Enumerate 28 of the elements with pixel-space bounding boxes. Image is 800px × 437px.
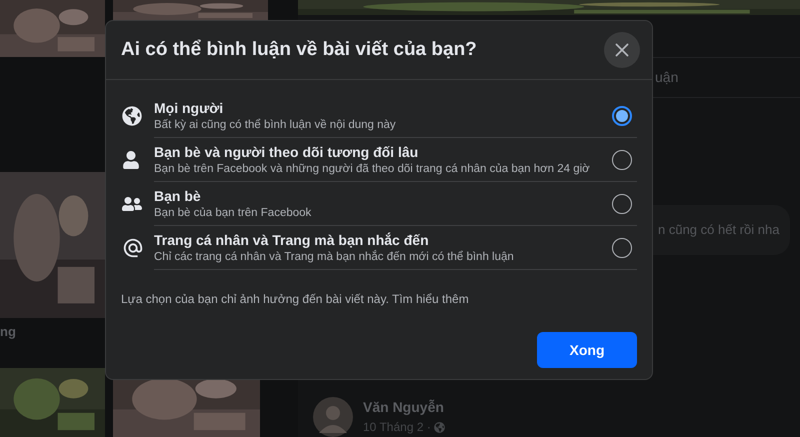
done-button[interactable]: Xong <box>537 332 637 368</box>
option-label: Mọi người <box>154 98 224 116</box>
radio-button[interactable] <box>612 150 632 170</box>
audience-option[interactable]: Bạn bè và người theo dõi tương đối lâu Bạn bè trên Facebook và những người đã theo dõi trang cá nhân của bạn hơn 24 giờ <box>121 138 637 182</box>
option-label: Bạn bè và người theo dõi tương đối lâu <box>154 142 420 160</box>
audience-option[interactable]: Bạn bè Bạn bè của bạn trên Facebook <box>121 182 637 226</box>
at-sign-icon <box>122 237 144 259</box>
comment-text: n cũng có hết rồi nha <box>658 221 780 240</box>
audience-option[interactable]: Mọi người Bất kỳ ai cũng có thể bình luận về nội dung này <box>121 94 637 138</box>
avatar <box>313 397 353 437</box>
option-description: Bất kỳ ai cũng có thể bình luận về nội dung này <box>154 118 397 132</box>
globe-icon <box>434 422 445 432</box>
option-label: Bạn bè <box>154 186 202 204</box>
radio-button[interactable] <box>612 194 632 214</box>
radio-button[interactable] <box>612 238 632 258</box>
globe-icon <box>122 106 142 126</box>
person-icon <box>122 151 140 169</box>
note-text: Lựa chọn của bạn chỉ ảnh hưởng đến bài viết này. Tìm hiểu thêm <box>120 291 470 308</box>
close-button[interactable] <box>604 32 640 68</box>
people-icon <box>122 194 142 214</box>
radio-button[interactable] <box>612 106 632 126</box>
option-description: Chỉ các trang cá nhân và Trang mà bạn nhắc đến mới có thể bình luận <box>154 249 515 264</box>
audience-option[interactable]: Trang cá nhân và Trang mà bạn nhắc đến Chỉ các trang cá nhân và Trang mà bạn nhắc đến mới có thể bình luận <box>121 226 637 270</box>
dialog-title: Ai có thể bình luận về bài viết của bạn? <box>121 38 477 62</box>
option-description: Bạn bè trên Facebook và những người đã theo dõi trang cá nhân của bạn hơn 24 giờ <box>154 162 591 176</box>
photo-caption: ng <box>0 323 17 341</box>
option-description: Bạn bè của bạn trên Facebook <box>154 206 312 220</box>
option-label: Trang cá nhân và Trang mà bạn nhắc đến <box>154 230 430 248</box>
